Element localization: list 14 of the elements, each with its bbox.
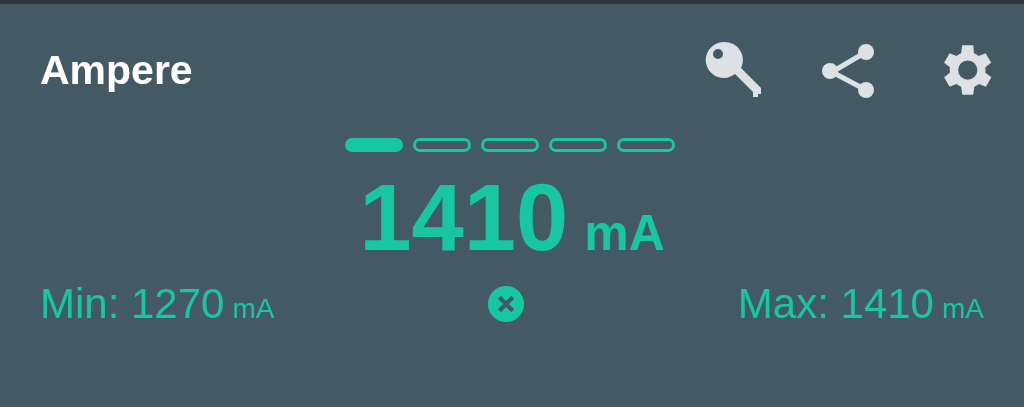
max-unit: mA <box>942 293 984 325</box>
current-value: 1410 <box>359 164 569 272</box>
page-indicator[interactable] <box>481 138 539 152</box>
app-title: Ampere <box>40 46 193 94</box>
page-indicator[interactable] <box>549 138 607 152</box>
current-unit: mA <box>584 204 665 262</box>
page-indicator[interactable] <box>345 138 403 152</box>
key-icon[interactable] <box>704 40 764 100</box>
max-value: Max: 1410 <box>737 280 934 328</box>
min-value: Min: 1270 <box>40 280 225 328</box>
page-indicator[interactable] <box>617 138 675 152</box>
page-indicator[interactable] <box>413 138 471 152</box>
min-unit: mA <box>232 293 275 325</box>
reset-icon[interactable] <box>487 285 526 323</box>
